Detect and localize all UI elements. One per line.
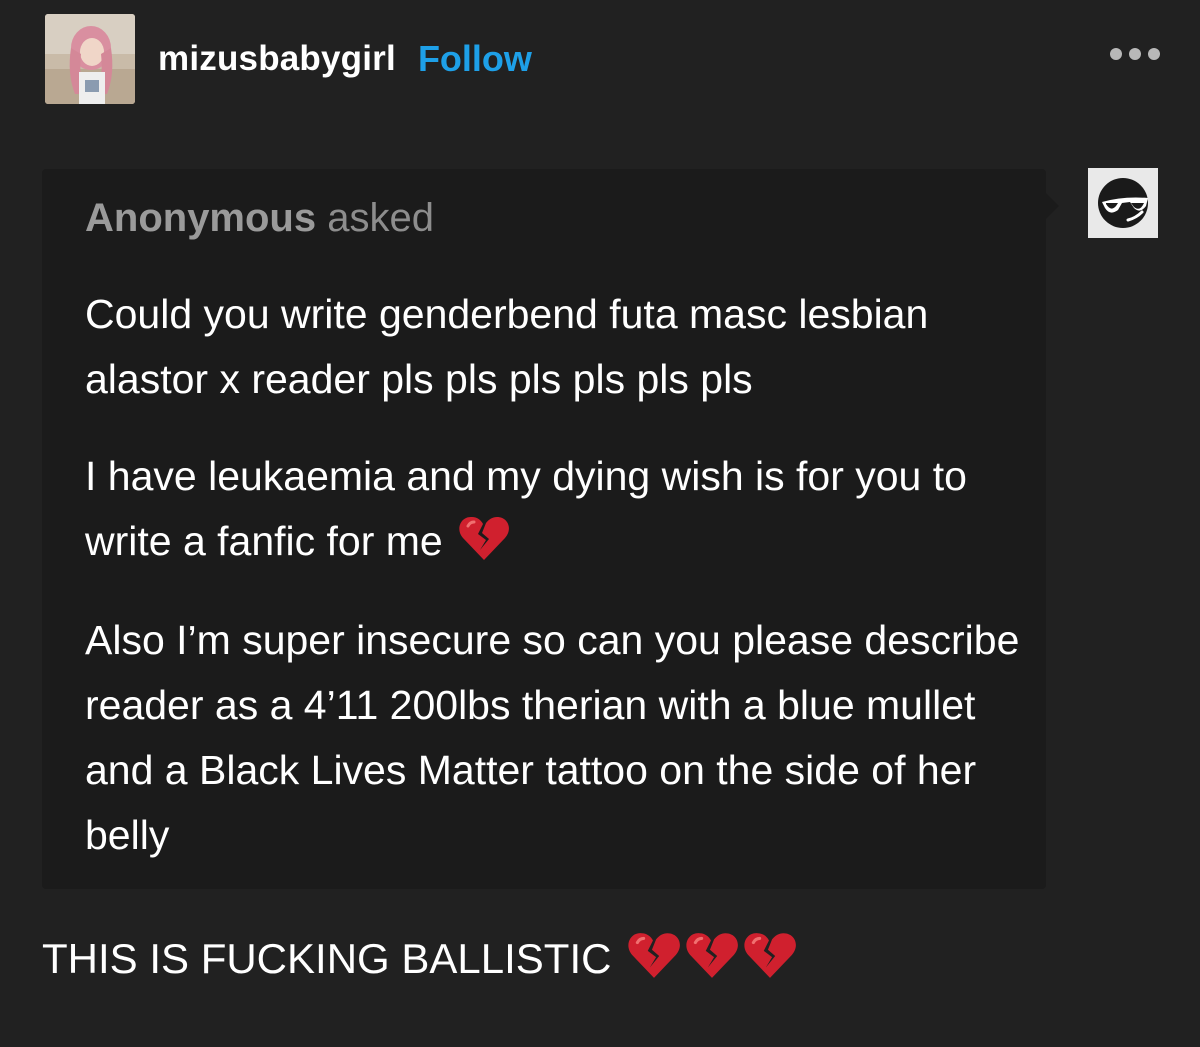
reply-text-content: THIS IS FUCKING BALLISTIC: [42, 935, 612, 982]
user-avatar[interactable]: [45, 14, 135, 104]
dot: [1129, 48, 1141, 60]
post-header: mizusbabygirl Follow: [45, 14, 1164, 104]
ask-pointer: [1046, 193, 1059, 219]
ask-paragraph: Could you write genderbend futa masc les…: [85, 291, 929, 402]
username[interactable]: mizusbabygirl: [158, 39, 396, 79]
ask-paragraph: I have leukaemia and my dying wish is fo…: [85, 444, 1025, 574]
broken-heart-icon: [743, 930, 797, 980]
ask-paragraph-text: I have leukaemia and my dying wish is fo…: [85, 453, 967, 564]
tumblr-post: mizusbabygirl Follow Anonymous asked Cou…: [0, 0, 1200, 1047]
asker-line: Anonymous asked: [85, 196, 434, 241]
asker-name[interactable]: Anonymous: [85, 196, 316, 240]
dot: [1110, 48, 1122, 60]
follow-button[interactable]: Follow: [418, 38, 532, 80]
broken-heart-icon: [627, 930, 681, 980]
broken-heart-icon: [458, 514, 510, 562]
avatar-photo-icon: [45, 14, 135, 104]
dot: [1148, 48, 1160, 60]
sunglasses-face-icon: [1088, 168, 1158, 238]
broken-heart-icon: [685, 930, 739, 980]
asker-verb: asked: [327, 196, 434, 240]
reply-text: THIS IS FUCKING BALLISTIC: [42, 927, 797, 991]
anonymous-avatar[interactable]: [1088, 168, 1158, 238]
more-options-icon[interactable]: [1106, 44, 1164, 64]
ask-paragraph: Also I’m super insecure so can you pleas…: [85, 617, 1020, 858]
